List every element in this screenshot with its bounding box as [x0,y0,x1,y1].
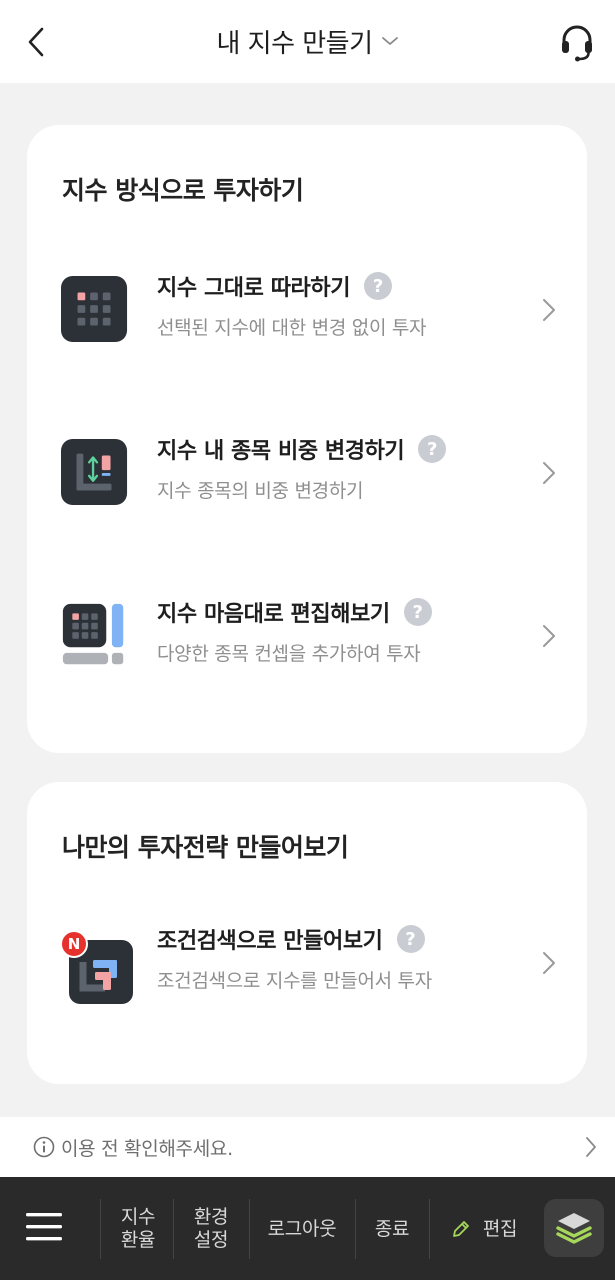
new-badge-label: N [67,935,81,953]
nav-index-exchange[interactable]: 지수 환율 [103,1199,173,1259]
option-description: 선택된 지수에 대한 변경 없이 투자 [157,317,427,339]
hamburger-menu-icon[interactable] [22,1205,66,1249]
weight-adjust-icon [61,439,128,506]
chevron-right-icon [543,462,555,484]
option-title-row: 지수 내 종목 비중 변경하기 ? [157,432,447,466]
nav-logout[interactable]: 로그아웃 [252,1199,352,1259]
option-title: 지수 그대로 따라하기 [157,276,351,301]
nav-label-line2: 환율 [120,1229,156,1251]
chevron-down-icon [381,37,398,45]
grid-icon [61,276,128,343]
option-title: 지수 마음대로 편집해보기 [157,602,390,627]
screen: 내 지수 만들기 지수 방식으로 투자하기 지수 그대로 따라하기 ? 선택된 … [0,0,615,1280]
nav-label-line1: 환경 [193,1206,229,1228]
nav-divider [429,1199,430,1259]
section-title: 지수 방식으로 투자하기 [62,176,304,205]
help-icon[interactable]: ? [364,272,393,300]
nav-edit[interactable]: 편집 [432,1199,536,1259]
help-icon[interactable]: ? [396,925,425,953]
option-title-row: 지수 마음대로 편집해보기 ? [157,595,432,629]
new-badge: N [60,930,88,958]
customer-service-button[interactable] [557,20,597,64]
option-title: 지수 내 종목 비중 변경하기 [157,439,405,464]
nav-edit-label: 편집 [482,1217,518,1240]
edit-index-icon [62,603,124,665]
option-condition-search[interactable]: N 조건검색으로 만들어보기 ? 조건검색으로 지수를 만들어서 투자 [27,908,587,1018]
title-dropdown[interactable]: 내 지수 만들기 [0,20,615,62]
option-edit-index[interactable]: 지수 마음대로 편집해보기 ? 다양한 종목 컨셉을 추가하여 투자 [27,581,587,691]
help-icon[interactable]: ? [418,435,447,463]
pencil-icon [452,1221,469,1237]
info-icon [33,1136,55,1158]
strategy-card: 나만의 투자전략 만들어보기 N 조건검색으로 만들어보기 ? 조건검색으로 지… [27,782,587,1084]
option-description: 지수 종목의 비중 변경하기 [157,480,364,502]
help-icon[interactable]: ? [403,598,432,626]
option-follow-index[interactable]: 지수 그대로 따라하기 ? 선택된 지수에 대한 변경 없이 투자 [27,255,587,365]
bottom-navigation: 지수 환율 환경 설정 로그아웃 종료 편집 [0,1177,615,1280]
chevron-right-icon [543,952,555,974]
nav-exit[interactable]: 종료 [358,1199,426,1259]
nav-label-line1: 지수 [120,1206,156,1228]
notice-text: 이용 전 확인해주세요. [61,1138,233,1160]
option-title-row: 지수 그대로 따라하기 ? [157,269,393,303]
nav-divider [100,1199,101,1259]
layers-button[interactable] [544,1199,604,1257]
nav-label-line2: 설정 [193,1229,229,1251]
nav-divider [355,1199,356,1259]
nav-settings[interactable]: 환경 설정 [176,1199,246,1259]
option-title: 조건검색으로 만들어보기 [157,929,383,954]
option-description: 다양한 종목 컨셉을 추가하여 투자 [157,643,421,665]
page-title: 내 지수 만들기 [216,28,373,59]
section-title: 나만의 투자전략 만들어보기 [62,833,349,862]
chevron-right-icon [586,1137,596,1157]
notice-bar[interactable]: 이용 전 확인해주세요. [0,1117,615,1177]
nav-divider [249,1199,250,1259]
chevron-right-icon [543,625,555,647]
option-description: 조건검색으로 지수를 만들어서 투자 [157,970,432,992]
nav-divider [173,1199,174,1259]
option-title-row: 조건검색으로 만들어보기 ? [157,922,425,956]
layers-icon [556,1213,592,1244]
option-change-weight[interactable]: 지수 내 종목 비중 변경하기 ? 지수 종목의 비중 변경하기 [27,418,587,528]
index-method-card: 지수 방식으로 투자하기 지수 그대로 따라하기 ? 선택된 지수에 대한 변경… [27,125,587,753]
headset-icon [562,25,592,62]
chevron-right-icon [543,299,555,321]
app-header: 내 지수 만들기 [0,0,615,83]
